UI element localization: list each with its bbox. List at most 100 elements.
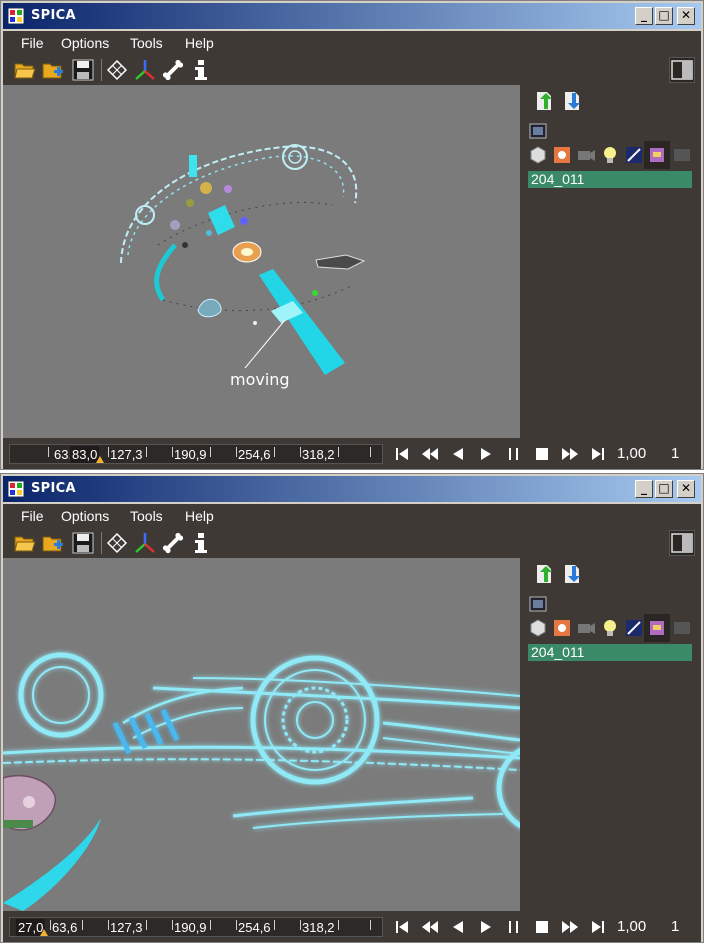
minimize-button[interactable]: _ [635, 7, 653, 25]
side-panel: 204_011 [520, 85, 701, 438]
title-bar[interactable]: SPICA _ □ ✕ [3, 476, 701, 502]
save-icon[interactable] [71, 531, 95, 555]
fast-rewind-icon[interactable] [421, 918, 439, 936]
menu-options[interactable]: Options [61, 35, 109, 51]
tick-mark [210, 920, 211, 930]
layout-toggle-button[interactable] [669, 530, 695, 556]
timeline-cursor-value: 83,0 [70, 446, 100, 463]
maximize-button[interactable]: □ [655, 7, 673, 25]
tick-mark [300, 447, 301, 457]
tick-mark [210, 447, 211, 457]
add-folder-icon[interactable] [41, 531, 65, 555]
timeline-slider[interactable]: 63, 83,0 127,3 190,9 254,6 318,2 [9, 444, 383, 464]
playback-bar: 27,0 63,6 127,3 190,9 254,6 318,2 1,00 1 [3, 911, 701, 942]
menu-file[interactable]: File [21, 35, 44, 51]
skip-to-end-icon[interactable] [589, 918, 607, 936]
window-title: SPICA [31, 8, 76, 23]
close-button[interactable]: ✕ [677, 480, 695, 498]
layout-toggle-icon [671, 60, 693, 80]
playback-bar: 63, 83,0 127,3 190,9 254,6 318,2 1,00 1 [3, 438, 701, 469]
bone-icon[interactable] [161, 531, 185, 555]
skip-to-end-icon[interactable] [589, 445, 607, 463]
timeline-slider[interactable]: 27,0 63,6 127,3 190,9 254,6 318,2 [9, 917, 383, 937]
animation-icon[interactable] [624, 145, 644, 165]
skip-to-start-icon[interactable] [393, 918, 411, 936]
disabled-icon [674, 149, 690, 161]
fast-forward-icon[interactable] [561, 918, 579, 936]
menu-file[interactable]: File [21, 508, 44, 524]
axes-icon[interactable] [133, 58, 157, 82]
mesh-icon[interactable] [105, 58, 129, 82]
tick-mark [146, 447, 147, 457]
model-icon[interactable] [528, 145, 548, 165]
minimize-button[interactable]: _ [635, 480, 653, 498]
import-icon[interactable] [534, 564, 554, 584]
skip-to-start-icon[interactable] [393, 445, 411, 463]
fast-rewind-icon[interactable] [421, 445, 439, 463]
save-icon[interactable] [71, 58, 95, 82]
pause-icon[interactable] [505, 445, 523, 463]
timeline-cursor[interactable] [40, 929, 48, 936]
pause-icon[interactable] [505, 918, 523, 936]
layout-toggle-button[interactable] [669, 57, 695, 83]
layout-toggle-icon [671, 533, 693, 553]
tick-mark [236, 447, 237, 457]
light-icon[interactable] [600, 618, 620, 638]
light-icon[interactable] [600, 145, 620, 165]
material-tab-selected[interactable] [644, 141, 670, 169]
film-icon[interactable] [528, 121, 548, 141]
timeline-cursor[interactable] [96, 456, 104, 463]
axes-icon[interactable] [133, 531, 157, 555]
material-tab-selected[interactable] [644, 614, 670, 642]
add-folder-icon[interactable] [41, 58, 65, 82]
info-icon[interactable] [189, 531, 213, 555]
open-folder-icon[interactable] [13, 58, 37, 82]
stop-icon[interactable] [533, 918, 551, 936]
window-title: SPICA [31, 481, 76, 496]
texture-icon[interactable] [552, 618, 572, 638]
tree-item-selected[interactable]: 204_011 [528, 171, 692, 188]
tick-mark [82, 920, 83, 930]
play-reverse-icon[interactable] [449, 445, 467, 463]
model-icon[interactable] [528, 618, 548, 638]
disabled-icon [674, 622, 690, 634]
playback-speed: 1,00 [617, 918, 647, 935]
animation-icon[interactable] [624, 618, 644, 638]
tick-label: 127,3 [110, 920, 143, 935]
film-icon[interactable] [528, 594, 548, 614]
menu-help[interactable]: Help [185, 35, 214, 51]
import-icon[interactable] [534, 91, 554, 111]
stop-icon[interactable] [533, 445, 551, 463]
toolbar-separator [101, 532, 102, 554]
frame-counter: 1 [671, 445, 680, 462]
camera-icon[interactable] [576, 618, 596, 638]
title-bar[interactable]: SPICA _ □ ✕ [3, 3, 701, 29]
menu-tools[interactable]: Tools [130, 35, 163, 51]
tree-item-selected[interactable]: 204_011 [528, 644, 692, 661]
menu-options[interactable]: Options [61, 508, 109, 524]
tick-label: 254,6 [238, 447, 271, 462]
texture-icon[interactable] [552, 145, 572, 165]
export-icon[interactable] [562, 91, 582, 111]
menu-tools[interactable]: Tools [130, 508, 163, 524]
close-button[interactable]: ✕ [677, 7, 695, 25]
play-icon[interactable] [477, 445, 495, 463]
viewport-3d[interactable]: moving [3, 85, 520, 438]
info-icon[interactable] [189, 58, 213, 82]
viewport-3d[interactable] [3, 558, 520, 911]
tick-mark [172, 447, 173, 457]
fast-forward-icon[interactable] [561, 445, 579, 463]
camera-icon[interactable] [576, 145, 596, 165]
tick-mark [370, 447, 371, 457]
menu-bar: File Options Tools Help [3, 31, 701, 55]
maximize-button[interactable]: □ [655, 480, 673, 498]
mesh-icon[interactable] [105, 531, 129, 555]
menu-help[interactable]: Help [185, 508, 214, 524]
export-icon[interactable] [562, 564, 582, 584]
play-reverse-icon[interactable] [449, 918, 467, 936]
menu-bar: File Options Tools Help [3, 504, 701, 528]
bone-icon[interactable] [161, 58, 185, 82]
spica-window-top: SPICA _ □ ✕ File Options Tools Help movi… [0, 0, 704, 470]
play-icon[interactable] [477, 918, 495, 936]
open-folder-icon[interactable] [13, 531, 37, 555]
